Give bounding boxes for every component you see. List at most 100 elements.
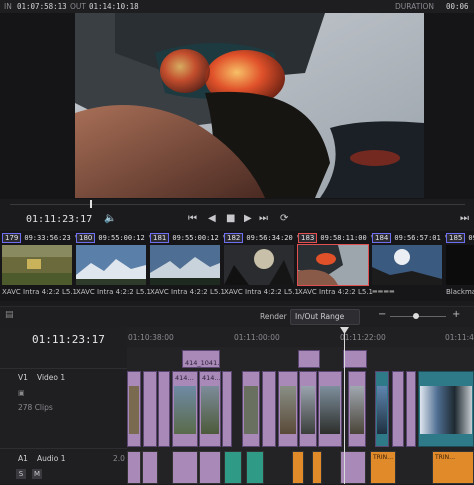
- scrub-bar[interactable]: [10, 204, 465, 205]
- render-range-dropdown[interactable]: In/Out Range: [290, 309, 360, 325]
- volume-icon[interactable]: 🔈: [104, 213, 116, 224]
- clip-thumbnail[interactable]: 18409:56:57:01V1 ▬▬▬▬: [372, 233, 454, 299]
- mute-button[interactable]: M: [32, 469, 42, 479]
- clip-image: [446, 245, 474, 285]
- audio-track-name[interactable]: Audio 1: [37, 454, 65, 463]
- end-icon[interactable]: ⏭: [460, 213, 469, 224]
- video-clip[interactable]: [418, 371, 474, 447]
- video-clip[interactable]: [318, 371, 342, 447]
- clip-timecode: 09:58:11:00: [320, 234, 367, 242]
- video-clip[interactable]: [392, 371, 404, 447]
- audio-clip[interactable]: [246, 451, 264, 484]
- scrub-playhead[interactable]: [90, 200, 92, 208]
- video-clip[interactable]: [158, 371, 170, 447]
- clip-image: [2, 245, 72, 285]
- clip-label: 414…: [175, 374, 194, 382]
- timeline-playhead[interactable]: [344, 327, 345, 484]
- audio-clip[interactable]: [172, 451, 198, 484]
- video-clip[interactable]: [262, 371, 276, 447]
- video-clip[interactable]: [278, 371, 298, 447]
- video-clip[interactable]: [242, 371, 260, 447]
- clip-thumbnail[interactable]: 18209:56:34:20V1 XAVC Intra 4:2:2 L5.1: [224, 233, 306, 299]
- clip-block[interactable]: [343, 350, 367, 368]
- clip-number: 185: [446, 233, 466, 243]
- solo-button[interactable]: S: [16, 469, 26, 479]
- zoom-slider-handle[interactable]: [413, 313, 419, 319]
- video-clip[interactable]: [222, 371, 232, 447]
- clip-name: XAVC Intra 4:2:2 L5.1: [76, 288, 152, 296]
- video-clip[interactable]: 414…: [172, 371, 198, 447]
- reverse-play-icon[interactable]: ◀: [208, 213, 216, 224]
- duration-timecode: 00:06: [446, 2, 469, 11]
- video-clip[interactable]: 414…: [199, 371, 221, 447]
- clip-timecode: 09:55:00:12: [172, 234, 219, 242]
- clip-number: 180: [76, 233, 96, 243]
- clip-thumbnail[interactable]: 18009:55:00:12V1 XAVC Intra 4:2:2 L5.1: [76, 233, 158, 299]
- clip-timecode: 09:33:56:23: [24, 234, 71, 242]
- clip-thumbnail-selected[interactable]: 18309:58:11:00V2 XAVC Intra 4:2:2 L5.1: [297, 233, 380, 299]
- video-clip[interactable]: [348, 371, 366, 447]
- loop-icon[interactable]: ⟳: [280, 213, 288, 224]
- clip-timecode: 09: [468, 234, 474, 242]
- skip-forward-icon[interactable]: ⏭: [259, 213, 268, 224]
- timeline-ruler[interactable]: 01:10:38:00 01:11:00:00 01:11:22:00 01:1…: [127, 327, 474, 347]
- clip-name: Blackmagi: [446, 288, 474, 296]
- ruler-tick: 01:11:00:00: [234, 333, 280, 342]
- video-clip[interactable]: [143, 371, 157, 447]
- timeline-options-icon[interactable]: ▤: [5, 310, 14, 320]
- audio-clip[interactable]: TRIN…: [370, 451, 396, 484]
- in-label: IN: [4, 2, 12, 11]
- audio-clip-label: TRIN…: [435, 454, 456, 461]
- clip-name: ▬▬▬▬: [372, 288, 395, 295]
- out-label: OUT: [70, 2, 86, 11]
- timecode-bar: IN 01:07:58:13 OUT 01:14:10:18 DURATION …: [0, 0, 474, 13]
- audio-clip[interactable]: TRIN…: [432, 451, 474, 484]
- video-clip-count: 278 Clips: [18, 403, 53, 412]
- audio-track-header[interactable]: A1 Audio 1 2.0 S M: [0, 448, 127, 485]
- stop-icon[interactable]: ■: [226, 213, 235, 224]
- out-timecode[interactable]: 01:14:10:18: [89, 2, 139, 11]
- clip-timecode: 09:55:00:12: [98, 234, 145, 242]
- video-track-header[interactable]: V1 Video 1 ▣ 278 Clips: [0, 368, 127, 449]
- audio-clip[interactable]: [127, 451, 141, 484]
- clip-timecode: 09:56:34:20: [246, 234, 293, 242]
- clip-label: 414…: [202, 374, 221, 382]
- clip-name: XAVC Intra 4:2:2 L5.1: [298, 288, 374, 296]
- audio-clip[interactable]: [292, 451, 304, 484]
- clip-label: 414_1041…: [185, 359, 224, 367]
- zoom-out-icon[interactable]: −: [378, 309, 386, 320]
- clip-block[interactable]: [298, 350, 320, 368]
- video-clip[interactable]: [375, 371, 389, 447]
- clip-thumbnail[interactable]: 18509 Blackmagi: [446, 233, 474, 299]
- in-timecode[interactable]: 01:07:58:13: [17, 2, 67, 11]
- video-clip[interactable]: [127, 371, 141, 447]
- video-track-name[interactable]: Video 1: [37, 373, 65, 382]
- skip-back-icon[interactable]: ⏮: [188, 213, 197, 224]
- video-clip[interactable]: [406, 371, 416, 447]
- play-icon[interactable]: ▶: [244, 213, 252, 224]
- clip-image: [150, 245, 220, 285]
- clip-block[interactable]: 414_1041…: [182, 350, 224, 368]
- clip-thumbnail[interactable]: 18109:55:00:12V1 XAVC Intra 4:2:2 L5.1: [150, 233, 232, 299]
- timeline-timecode: 01:11:23:17: [32, 333, 105, 346]
- audio-clip[interactable]: [199, 451, 221, 484]
- clip-thumbnail[interactable]: 17909:33:56:23V1 XAVC Intra 4:2:2 L5.1: [2, 233, 84, 299]
- video-track-id: V1: [18, 373, 28, 382]
- lock-icon[interactable]: ▣: [18, 389, 25, 397]
- audio-clip[interactable]: [312, 451, 322, 484]
- clip-number: 179: [2, 233, 22, 243]
- clip-number: 181: [150, 233, 170, 243]
- clip-image: [76, 245, 146, 285]
- audio-clip[interactable]: [224, 451, 242, 484]
- clip-image: [224, 245, 294, 285]
- video-clip[interactable]: [299, 371, 317, 447]
- ruler-tick: 01:10:38:00: [128, 333, 174, 342]
- audio-clip[interactable]: [142, 451, 158, 484]
- clip-name: XAVC Intra 4:2:2 L5.1: [2, 288, 78, 296]
- clip-image: [372, 245, 442, 285]
- zoom-in-icon[interactable]: +: [452, 309, 460, 320]
- viewer-timecode: 01:11:23:17: [26, 214, 93, 225]
- ruler-tick: 01:11:22:00: [340, 333, 386, 342]
- audio-channel-level: 2.0: [113, 454, 125, 463]
- video-preview[interactable]: [75, 13, 424, 198]
